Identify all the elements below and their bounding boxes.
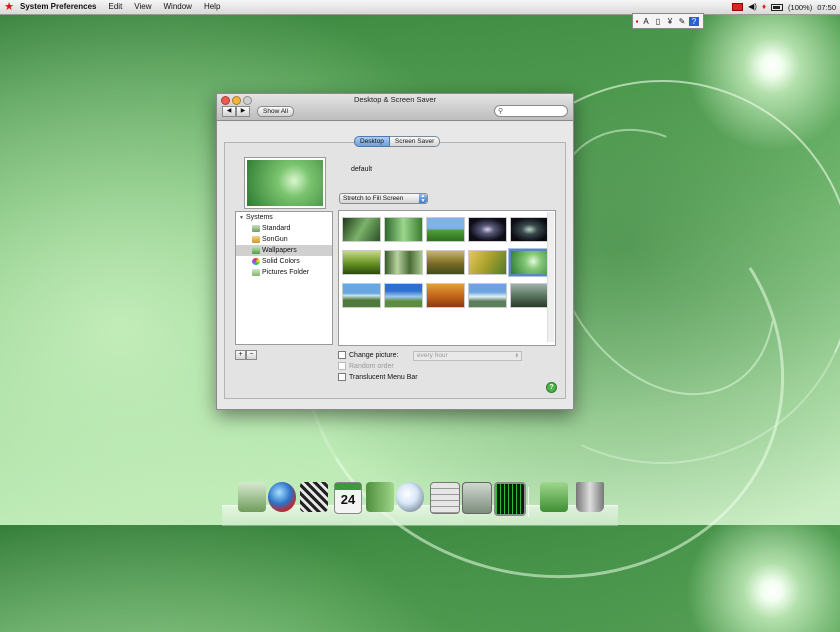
search-input[interactable] [503,107,566,115]
menu-view[interactable]: View [128,0,157,14]
window-title: Desktop & Screen Saver [353,95,437,104]
random-order-label: Random order [349,362,394,370]
wallpaper-thumbnail[interactable] [510,217,549,242]
folder-image-icon [252,235,260,243]
change-picture-label: Change picture: [349,351,399,359]
palette-close-icon[interactable]: ▪ [635,17,639,26]
input-method-palette: ▪ A ▯ ¥ ✎ ? [632,13,704,29]
wallpaper-thumbnail[interactable] [426,250,465,275]
source-item-pictures-folder[interactable]: Pictures Folder [236,267,332,278]
dock-separator [528,487,529,517]
translucent-menu-bar-option[interactable]: Translucent Menu Bar [338,373,418,381]
clock[interactable]: 07:50 [817,3,836,12]
preview-icon[interactable] [396,482,424,512]
current-desktop-preview[interactable] [244,157,326,209]
menu-window[interactable]: Window [158,0,198,14]
help-button[interactable]: ? [546,382,557,393]
wallpaper-thumbnail[interactable] [342,217,381,242]
red-star-menu-icon[interactable]: ★ [0,0,18,14]
updown-arrows-icon: ▲ ▼ [419,193,427,204]
search-icon: ⚲ [498,108,504,115]
wallpaper-thumbnail[interactable] [384,217,423,242]
trash-icon[interactable] [576,482,604,512]
globe-icon[interactable] [268,482,296,512]
back-button[interactable]: ◀ [222,106,236,117]
palette-currency-icon[interactable]: ¥ [665,17,675,26]
system-preferences-icon[interactable] [462,482,492,514]
source-item-wallpapers[interactable]: Wallpapers [236,245,332,256]
palette-letter-icon[interactable]: A [641,17,651,26]
finder-icon[interactable] [238,482,266,512]
wallpaper-thumbnail[interactable] [468,217,507,242]
remove-source-button[interactable]: − [246,350,257,360]
downloads-folder-icon[interactable] [540,482,568,512]
torch-icon[interactable]: ♦ [762,0,766,14]
forward-button[interactable]: ▶ [236,106,250,117]
source-group-systems[interactable]: ▼ Systems [236,212,332,223]
fill-mode-value: Stretch to Fill Screen [343,195,404,202]
wallpaper-thumbnail[interactable] [510,283,549,308]
movie-icon[interactable] [300,482,328,512]
wallpaper-thumbnail[interactable] [342,250,381,275]
tab-switcher: Desktop Screen Saver [354,136,441,147]
calculator-icon[interactable] [430,482,460,514]
random-order-option: Random order [338,362,394,370]
window-titlebar[interactable]: Desktop & Screen Saver ◀ ▶ Show All ⚲ [217,94,573,121]
palette-help-icon[interactable]: ? [689,16,699,26]
show-all-button[interactable]: Show All [257,106,294,117]
grid-scrollbar[interactable] [547,212,554,342]
wallpaper-thumbnail[interactable] [426,283,465,308]
color-wheel-icon [252,257,260,265]
menu-extras: ◀) ♦ (100%) 07:50 [732,0,836,14]
volume-icon[interactable]: ◀) [748,0,757,14]
menu-app-name[interactable]: System Preferences [18,0,103,14]
wallpaper-thumbnail[interactable] [468,250,507,275]
source-item-solid-colors[interactable]: Solid Colors [236,256,332,267]
desktop-screensaver-window: Desktop & Screen Saver ◀ ▶ Show All ⚲ De… [216,93,574,410]
current-picture-name: default [351,166,373,173]
fill-mode-select[interactable]: Stretch to Fill Screen ▲ ▼ [339,193,428,204]
calendar-icon[interactable]: 24 [334,482,362,514]
palette-book-icon[interactable]: ▯ [653,17,663,26]
menu-help[interactable]: Help [198,0,226,14]
change-picture-option[interactable]: Change picture: [338,351,398,359]
tab-desktop[interactable]: Desktop [354,136,390,147]
wallpaper-thumbnail[interactable] [468,283,507,308]
folder-image-icon [252,246,260,254]
source-item-standard[interactable]: Standard [236,223,332,234]
calendar-day: 24 [340,492,356,507]
translucent-menu-bar-checkbox[interactable] [338,373,346,381]
add-source-button[interactable]: + [235,350,246,360]
wallpaper-thumbnail[interactable] [342,283,381,308]
change-interval-value: every hour [417,352,448,359]
activity-monitor-icon[interactable] [494,482,526,516]
wallpaper-thumbnail[interactable] [426,217,465,242]
menu-edit[interactable]: Edit [103,0,129,14]
wallpaper-grid [338,210,556,346]
battery-percent: (100%) [788,2,813,12]
tab-screen-saver[interactable]: Screen Saver [389,136,441,147]
folder-image-icon [252,224,260,232]
folder-image-icon [252,268,260,276]
change-interval-select: every hour ⬍ [413,351,522,361]
source-item-songun[interactable]: SonGun [236,234,332,245]
updown-arrows-icon: ⬍ [514,353,519,359]
wallpaper-thumbnail[interactable] [384,250,423,275]
address-book-icon[interactable] [366,482,394,512]
disclosure-triangle-icon[interactable]: ▼ [239,215,244,221]
search-field[interactable]: ⚲ [494,105,568,117]
random-order-checkbox [338,362,346,370]
wallpaper-thumbnail-selected[interactable] [508,248,551,277]
menu-bar: ★ System Preferences Edit View Window He… [0,0,840,15]
change-picture-checkbox[interactable] [338,351,346,359]
battery-icon[interactable] [771,3,784,11]
wallpaper-thumbnail[interactable] [384,283,423,308]
input-flag-icon[interactable] [732,3,744,11]
source-add-remove: + − [235,350,257,360]
source-list: ▼ Systems Standard SonGun Wallpapers Soli… [235,211,333,345]
palette-pen-icon[interactable]: ✎ [677,17,687,26]
translucent-menu-bar-label: Translucent Menu Bar [349,373,418,381]
